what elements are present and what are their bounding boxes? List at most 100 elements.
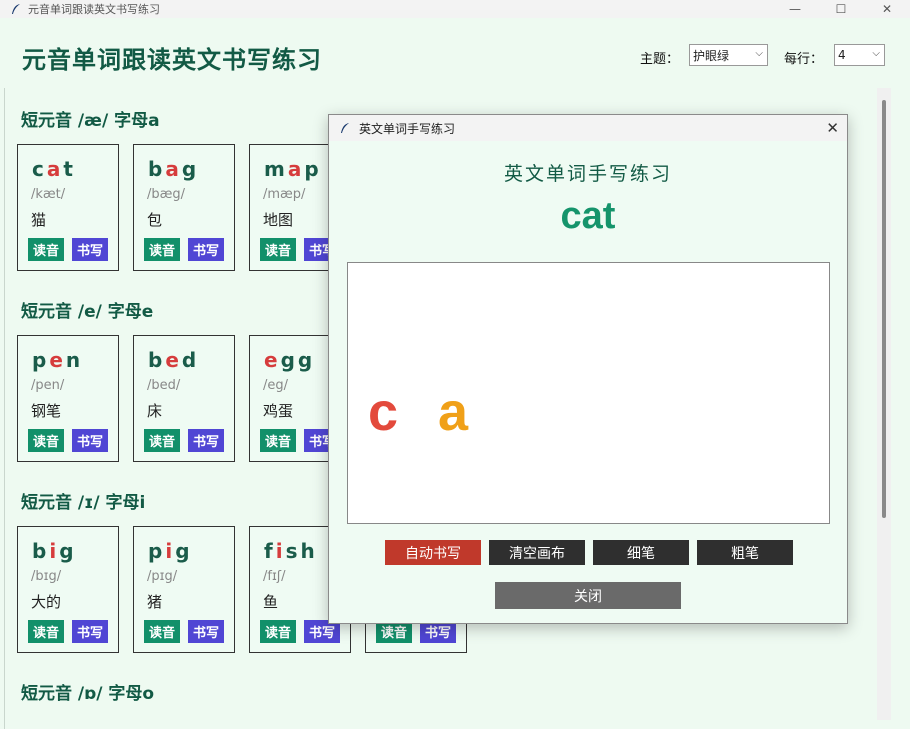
card-phonetic: /bæg/ — [147, 187, 186, 202]
vowel-letter: i — [165, 539, 176, 563]
word-card: cat/kæt/猫读音 书写 — [17, 144, 119, 271]
close-window-button[interactable]: ✕ — [864, 0, 910, 18]
window-edge — [891, 18, 910, 729]
card-word: bag — [148, 157, 199, 181]
vertical-scrollbar[interactable] — [877, 88, 891, 720]
card-word: big — [32, 539, 77, 563]
card-phonetic: /eg/ — [263, 378, 289, 393]
close-icon[interactable]: ✕ — [826, 119, 839, 137]
read-button[interactable]: 读音 — [260, 429, 296, 452]
card-phonetic: /mæp/ — [263, 187, 306, 202]
section-title: 短元音 /e/ 字母e — [21, 302, 154, 322]
write-button[interactable]: 书写 — [188, 238, 224, 261]
vowel-letter: a — [46, 157, 64, 181]
thick-pen-button[interactable]: 粗笔 — [697, 540, 793, 565]
handwriting-dialog: 英文单词手写练习 ✕ 英文单词手写练习 cat c a 自动书写 清空画布 细笔… — [328, 114, 848, 624]
card-meaning: 猪 — [147, 593, 163, 611]
card-meaning: 鱼 — [263, 593, 279, 611]
per-row-label: 每行： — [784, 52, 824, 67]
writing-canvas[interactable]: c a — [347, 262, 830, 524]
card-phonetic: /pen/ — [31, 378, 65, 393]
card-phonetic: /fɪʃ/ — [263, 569, 286, 584]
word-card: pen/pen/钢笔读音 书写 — [17, 335, 119, 462]
word-part: b — [32, 539, 50, 563]
theme-select-value: 护眼绿 — [693, 48, 730, 63]
write-button[interactable]: 书写 — [72, 238, 108, 261]
card-phonetic: /kæt/ — [31, 187, 66, 202]
vowel-letter: e — [264, 348, 281, 372]
dialog-titlebar: 英文单词手写练习 ✕ — [329, 115, 847, 141]
minimize-button[interactable]: — — [772, 0, 818, 18]
write-button[interactable]: 书写 — [72, 429, 108, 452]
card-word: bed — [148, 348, 199, 372]
word-part: g — [181, 157, 200, 181]
per-row-select[interactable]: 4 ⌵ — [834, 44, 885, 66]
write-button[interactable]: 书写 — [188, 620, 224, 643]
write-button[interactable]: 书写 — [188, 429, 224, 452]
per-row-select-value: 4 — [838, 48, 846, 62]
word-card: pig/pɪg/猪读音 书写 — [133, 526, 235, 653]
read-button[interactable]: 读音 — [260, 238, 296, 261]
vowel-letter: a — [287, 157, 305, 181]
read-button[interactable]: 读音 — [28, 429, 64, 452]
read-button[interactable]: 读音 — [144, 429, 180, 452]
read-button[interactable]: 读音 — [144, 238, 180, 261]
word-card: bed/bed/床读音 书写 — [133, 335, 235, 462]
card-meaning: 床 — [147, 402, 163, 420]
word-part: g — [59, 539, 77, 563]
word-part: b — [148, 157, 166, 181]
window-title: 元音单词跟读英文书写练习 — [28, 3, 160, 16]
feather-icon — [339, 122, 351, 134]
word-part: d — [181, 348, 200, 372]
word-part: g — [175, 539, 193, 563]
word-part: n — [65, 348, 84, 372]
theme-label: 主题： — [640, 52, 680, 67]
vowel-letter: i — [49, 539, 60, 563]
card-word: fish — [264, 539, 318, 563]
card-meaning: 地图 — [263, 211, 294, 229]
card-meaning: 包 — [147, 211, 163, 229]
card-phonetic: /bed/ — [147, 378, 181, 393]
section-title: 短元音 /æ/ 字母a — [21, 111, 160, 131]
vowel-letter: a — [165, 157, 182, 181]
word-part: gg — [280, 348, 316, 372]
word-part: sh — [285, 539, 318, 563]
section-title: 短元音 /ɒ/ 字母o — [21, 684, 155, 704]
app-header: 元音单词跟读英文书写练习 主题： 护眼绿 ⌵ 每行： 4 ⌵ — [0, 18, 910, 88]
word-card: bag/bæg/包读音 书写 — [133, 144, 235, 271]
read-button[interactable]: 读音 — [28, 620, 64, 643]
word-part: p — [304, 157, 322, 181]
thin-pen-button[interactable]: 细笔 — [593, 540, 689, 565]
card-phonetic: /bɪg/ — [31, 569, 62, 584]
word-part: m — [264, 157, 288, 181]
card-meaning: 钢笔 — [31, 402, 62, 420]
word-part: t — [63, 157, 76, 181]
dialog-close-button[interactable]: 关闭 — [495, 582, 681, 609]
write-button[interactable]: 书写 — [72, 620, 108, 643]
word-part: f — [264, 539, 276, 563]
card-meaning: 鸡蛋 — [263, 402, 294, 420]
read-button[interactable]: 读音 — [260, 620, 296, 643]
word-part: p — [32, 348, 50, 372]
scrollbar-thumb[interactable] — [882, 100, 886, 518]
maximize-button[interactable]: ☐ — [818, 0, 864, 18]
read-button[interactable]: 读音 — [28, 238, 64, 261]
read-button[interactable]: 读音 — [144, 620, 180, 643]
canvas-letter: c — [368, 382, 399, 442]
theme-select[interactable]: 护眼绿 ⌵ — [689, 44, 768, 66]
card-phonetic: /pɪg/ — [147, 569, 178, 584]
vowel-letter: e — [49, 348, 66, 372]
auto-write-button[interactable]: 自动书写 — [385, 540, 481, 565]
chevron-down-icon: ⌵ — [872, 48, 880, 59]
canvas-letter: a — [438, 382, 469, 442]
feather-icon — [10, 3, 22, 15]
practice-word: cat — [560, 195, 616, 237]
card-word: pen — [32, 348, 83, 372]
word-part: c — [32, 157, 47, 181]
card-word: egg — [264, 348, 315, 372]
section-title: 短元音 /ɪ/ 字母i — [21, 493, 146, 513]
card-word: pig — [148, 539, 193, 563]
clear-canvas-button[interactable]: 清空画布 — [489, 540, 585, 565]
word-card: big/bɪg/大的 读音 书写 — [17, 526, 119, 653]
chevron-down-icon: ⌵ — [755, 48, 763, 59]
